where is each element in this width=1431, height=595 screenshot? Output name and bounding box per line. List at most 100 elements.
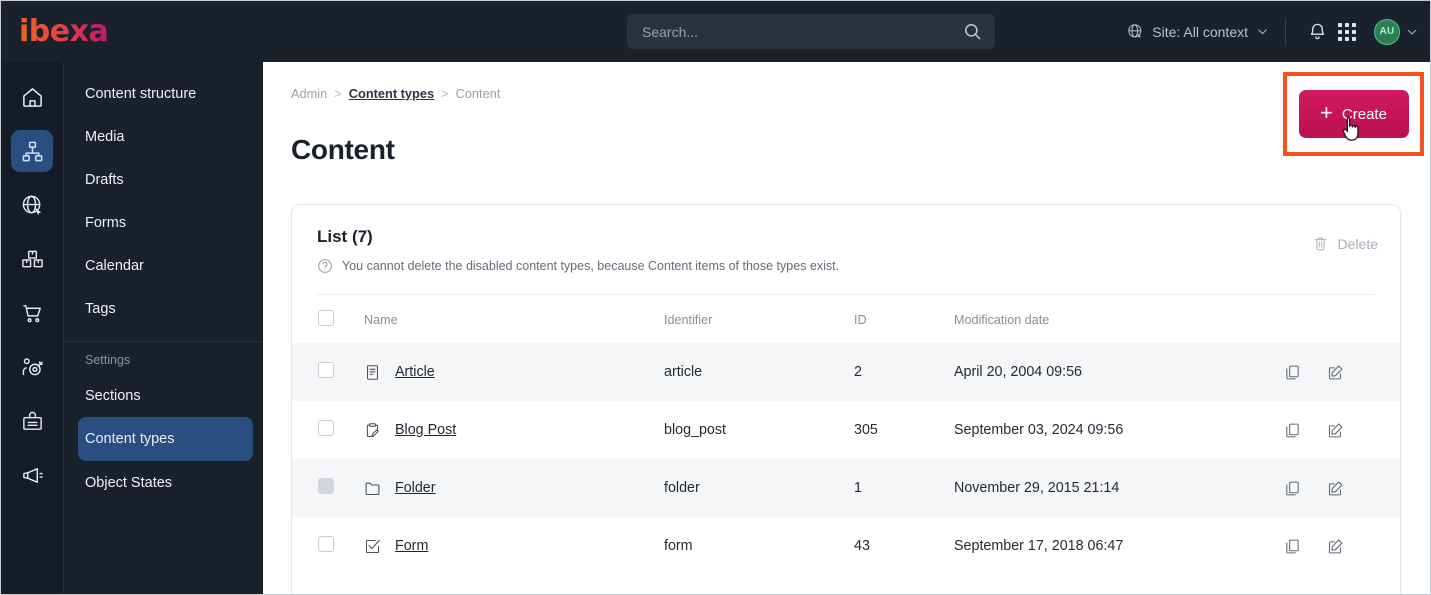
row-identifier: article (664, 364, 703, 380)
table-row[interactable]: Folder folder 1 November 29, 2015 21:14 (292, 459, 1400, 517)
sidebar-item-label: Media (85, 128, 125, 145)
sidebar-item-label: Content types (85, 431, 175, 447)
row-select-cell (292, 401, 364, 459)
row-modification-date: November 29, 2015 21:14 (954, 480, 1120, 496)
sidebar-item-drafts[interactable]: Drafts (64, 158, 263, 201)
select-all-cell (292, 295, 364, 343)
site-context-label: Site: All context (1152, 23, 1248, 40)
rail-item-products[interactable] (11, 238, 53, 280)
sidebar-item-tags[interactable]: Tags (64, 287, 263, 330)
target-user-icon (21, 356, 44, 379)
sidebar-item-object-states[interactable]: Object States (64, 461, 263, 504)
rail-item-home[interactable] (11, 76, 53, 118)
grid-apps-icon[interactable] (1332, 17, 1362, 47)
trash-icon (1312, 235, 1329, 252)
column-header-identifier[interactable]: Identifier (664, 295, 854, 343)
row-id: 2 (854, 364, 862, 380)
globe-icon (1127, 23, 1144, 40)
row-checkbox[interactable] (318, 362, 334, 378)
content-types-card: List (7) You cannot delete the disabled … (291, 204, 1401, 594)
table-row[interactable]: Blog Post blog_post 305 September 03, 20… (292, 401, 1400, 459)
table-header: Name Identifier ID Modification date (292, 295, 1400, 343)
card-header: List (7) You cannot delete the disabled … (292, 205, 1400, 274)
row-id: 43 (854, 538, 870, 554)
row-checkbox-disabled (318, 478, 334, 494)
row-select-cell (292, 459, 364, 517)
globe-cursor-icon (21, 194, 44, 217)
sidebar-item-label: Calendar (85, 257, 144, 274)
sidebar-item-calendar[interactable]: Calendar (64, 244, 263, 287)
folder-icon (364, 480, 381, 497)
sidebar-item-content-structure[interactable]: Content structure (64, 72, 263, 115)
copy-icon[interactable] (1284, 538, 1301, 555)
rail-item-marketing[interactable] (11, 346, 53, 388)
row-name-cell: Blog Post (364, 401, 664, 459)
select-all-checkbox[interactable] (318, 310, 334, 326)
edit-pencil-icon[interactable] (1327, 480, 1344, 497)
row-name-link[interactable]: Article (395, 364, 435, 380)
admin-window: ibexa Site: All context (0, 0, 1431, 595)
copy-icon[interactable] (1284, 480, 1301, 497)
row-name-link[interactable]: Blog Post (395, 422, 456, 438)
row-checkbox[interactable] (318, 420, 334, 436)
column-header-modification-date[interactable]: Modification date (954, 295, 1284, 343)
sidebar-item-sections[interactable]: Sections (64, 374, 263, 417)
create-button[interactable]: + Create (1298, 90, 1409, 138)
rail-item-content-structure[interactable] (11, 130, 53, 172)
row-id: 305 (854, 422, 878, 438)
list-title: List (7) (317, 227, 373, 246)
row-modification-date: September 03, 2024 09:56 (954, 422, 1124, 438)
delete-button[interactable]: Delete (1312, 235, 1378, 252)
row-identifier: blog_post (664, 422, 727, 438)
home-icon (21, 86, 44, 109)
list-note-text: You cannot delete the disabled content t… (342, 259, 840, 273)
row-name-cell: Form (364, 517, 664, 575)
search-input[interactable] (627, 23, 963, 40)
edit-pencil-icon[interactable] (1327, 538, 1344, 555)
global-search[interactable] (627, 14, 995, 49)
column-header-name[interactable]: Name (364, 295, 664, 343)
edit-pencil-icon[interactable] (1327, 422, 1344, 439)
icon-rail (1, 62, 64, 594)
column-header-id[interactable]: ID (854, 295, 954, 343)
row-checkbox[interactable] (318, 536, 334, 552)
row-name-link[interactable]: Form (395, 538, 428, 554)
table-row[interactable]: Article article 2 April 20, 2004 09:56 (292, 343, 1400, 401)
search-icon[interactable] (963, 22, 982, 41)
breadcrumb-separator: > (441, 86, 449, 101)
sidebar-item-label: Content structure (85, 85, 197, 102)
sidebar-item-content-types[interactable]: Content types (78, 417, 253, 461)
rail-item-commerce[interactable] (11, 292, 53, 334)
cart-icon (21, 302, 44, 325)
sidebar-item-forms[interactable]: Forms (64, 201, 263, 244)
checkbox-checked-icon (364, 538, 381, 555)
breadcrumb-content-types[interactable]: Content types (349, 86, 434, 101)
breadcrumb-separator: > (334, 86, 342, 101)
rail-item-campaigns[interactable] (11, 454, 53, 496)
sidebar-item-media[interactable]: Media (64, 115, 263, 158)
bell-icon[interactable] (1302, 17, 1332, 47)
avatar: AU (1374, 18, 1400, 45)
sidebar-divider (64, 341, 263, 342)
sidebar-item-label: Forms (85, 214, 127, 231)
rail-item-customers[interactable] (11, 400, 53, 442)
breadcrumb: Admin > Content types > Content (291, 86, 500, 101)
copy-icon[interactable] (1284, 364, 1301, 381)
breadcrumb-current: Content (455, 86, 501, 101)
table-row[interactable]: Form form 43 September 17, 2018 06:47 (292, 517, 1400, 575)
breadcrumb-root[interactable]: Admin (291, 86, 327, 101)
main-content: Admin > Content types > Content Content … (263, 62, 1430, 594)
row-actions-cell (1284, 343, 1400, 401)
ibexa-logo[interactable]: ibexa (19, 14, 109, 49)
copy-icon[interactable] (1284, 422, 1301, 439)
content-types-table: Name Identifier ID Modification date Art… (292, 295, 1400, 575)
row-name-cell: Article (364, 343, 664, 401)
rail-item-site[interactable] (11, 184, 53, 226)
row-identifier: folder (664, 480, 700, 496)
id-badge-icon (21, 410, 44, 433)
top-bar-divider (1285, 18, 1286, 45)
user-menu[interactable]: AU (1374, 18, 1418, 45)
site-context-selector[interactable]: Site: All context (1127, 23, 1269, 40)
edit-pencil-icon[interactable] (1327, 364, 1344, 381)
row-name-link[interactable]: Folder (395, 480, 436, 496)
